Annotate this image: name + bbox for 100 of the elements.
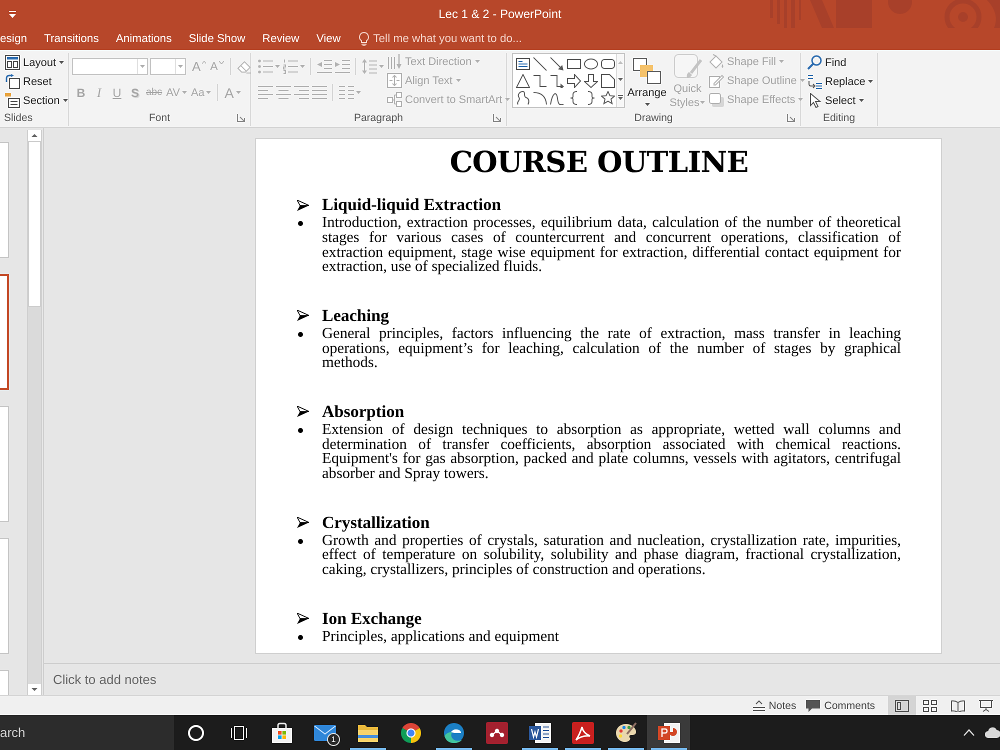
customize-toolbar-icon[interactable]	[9, 10, 16, 18]
group-label: Editing	[822, 112, 856, 124]
section-description: General principles, factors influencing the rate of extraction, mass transfer in leaching operations, equipment’s for leaching, calculation of the number of stages by graphical methods.	[322, 326, 901, 372]
section-button[interactable]: Section	[4, 91, 69, 110]
grid-view-icon	[923, 700, 937, 712]
segmented-circle-icon	[400, 722, 422, 744]
rounded-rectangle-icon[interactable]	[600, 56, 614, 70]
triangle-icon[interactable]	[516, 74, 530, 88]
align-left-icon	[258, 85, 272, 100]
search-icon	[807, 55, 822, 70]
arrow-line-icon[interactable]	[550, 56, 564, 70]
pencil-icon	[709, 73, 724, 88]
shopping-bag-icon	[270, 722, 292, 744]
ribbon-tab[interactable]: Transitions	[36, 28, 108, 50]
font-size-field[interactable]	[150, 58, 186, 75]
dialog-launcher-icon[interactable]	[237, 114, 245, 122]
numbered-list-icon	[282, 59, 298, 74]
select-button[interactable]: Select	[806, 91, 865, 110]
right-arrow-icon[interactable]	[566, 74, 580, 88]
window-title: Lec 1 & 2 - PowerPoint	[438, 7, 562, 21]
palette-icon	[614, 722, 636, 744]
bullet-list-icon	[258, 59, 272, 74]
outdent-icon	[316, 59, 332, 74]
book-icon	[951, 700, 965, 712]
more-icon[interactable]	[618, 95, 623, 100]
replace-icon	[807, 74, 822, 89]
slide-title: COURSE OUTLINE	[448, 144, 750, 180]
presentation-tile-icon	[658, 722, 680, 744]
section-heading: Liquid-liquid Extraction	[322, 195, 502, 215]
elbow-connector-icon[interactable]	[532, 74, 546, 88]
smartart-icon	[387, 92, 402, 107]
group-label: Paragraph	[354, 112, 404, 124]
bullet-dot-icon	[298, 221, 303, 226]
taskbar-button[interactable]	[647, 715, 690, 750]
folder-icon	[356, 722, 378, 744]
ribbon-tab[interactable]: Slide Show	[180, 28, 254, 50]
text-box-icon[interactable]	[516, 56, 530, 70]
dialog-launcher-icon[interactable]	[787, 114, 795, 122]
find-button[interactable]: Find	[806, 53, 848, 72]
arc-icon[interactable]	[532, 90, 546, 104]
section-description: Principles, applications and equipment	[322, 630, 560, 644]
speech-bubble-icon	[806, 700, 820, 712]
caret-down-icon	[140, 65, 145, 68]
arrange-button[interactable]: Arrange	[627, 53, 667, 110]
arrowhead-bullet-icon	[297, 310, 309, 322]
section-description: Introduction, extraction processes, equilibrium data, calculation of the number of theoretical stages for various cases of countercurrent and concurrent operations, classification of extraction equipment, stage wise equipment for extraction, differential contact equipment for extraction, use of specialized fluids.	[322, 216, 901, 276]
notes-button[interactable]: Notes	[748, 696, 802, 715]
search-field[interactable]: arch	[0, 715, 174, 750]
align-text-icon	[387, 73, 402, 88]
ribbon-tab[interactable]: Review	[254, 28, 308, 50]
layout-icon	[5, 55, 20, 70]
taskbar-button[interactable]: 1	[303, 715, 346, 750]
arrange-icon	[633, 58, 661, 84]
scroll-down-icon[interactable]	[618, 78, 623, 81]
bullet-dot-icon	[298, 332, 303, 337]
ribbon-tab[interactable]: esign	[0, 28, 36, 50]
group-label: Slides	[4, 112, 33, 124]
font-name-field[interactable]	[72, 58, 148, 75]
swirl-icon	[442, 722, 464, 744]
section-description: Growth and properties of crystals, saturation and nucleation, crystallization rate, impurities, effect of temperature on solubility, solubility and phase diagram, fractional crystallization, caking, crystallizers, principles of construction and operations.	[322, 534, 901, 578]
align-right-icon	[294, 85, 308, 100]
reset-icon	[5, 74, 20, 89]
down-arrow-icon[interactable]	[584, 74, 598, 88]
star-icon[interactable]	[600, 90, 614, 104]
caret-up-icon	[202, 61, 206, 64]
view-button[interactable]	[888, 696, 916, 715]
ribbon-tab[interactable]: View	[308, 28, 350, 50]
reset-button[interactable]: Reset	[4, 72, 53, 91]
columns-icon	[338, 85, 354, 100]
comments-button[interactable]: Comments	[801, 696, 880, 715]
section-heading: Leaching	[322, 306, 390, 326]
line-spacing-icon	[362, 59, 376, 74]
cloud-icon[interactable]	[985, 727, 1000, 738]
notification-count: 1	[327, 733, 340, 746]
dialog-launcher-icon[interactable]	[493, 114, 501, 122]
oval-icon[interactable]	[584, 56, 598, 70]
tell-me-field[interactable]: Tell me what you want to do...	[369, 30, 548, 48]
scroll-thumb[interactable]	[28, 141, 41, 307]
indent-icon	[334, 59, 350, 74]
rectangle-icon[interactable]	[566, 56, 580, 70]
group-label: Drawing	[634, 112, 673, 124]
section-heading: Ion Exchange	[322, 608, 422, 629]
caret-down-icon	[218, 61, 224, 64]
line-icon[interactable]	[532, 56, 546, 70]
vertical-scrollbar[interactable]	[27, 130, 42, 695]
elbow-arrow-icon[interactable]	[550, 74, 564, 88]
freeform-icon[interactable]	[516, 90, 530, 104]
dotted-tile-icon	[486, 722, 508, 744]
layout-button[interactable]: Layout	[4, 53, 66, 72]
arrowhead-bullet-icon	[297, 517, 309, 528]
ribbon-tab[interactable]: Animations	[107, 28, 180, 50]
pdf-tile-icon	[572, 722, 594, 744]
document-tile-icon	[528, 722, 550, 744]
replace-button[interactable]: Replace	[806, 72, 874, 91]
projector-screen-icon	[979, 700, 993, 712]
arrowhead-bullet-icon	[297, 200, 309, 210]
chevron-up-icon[interactable]	[963, 729, 975, 736]
section-heading: Absorption	[322, 402, 404, 422]
curve-icon[interactable]	[550, 90, 564, 104]
shape-effects-icon	[709, 92, 724, 107]
